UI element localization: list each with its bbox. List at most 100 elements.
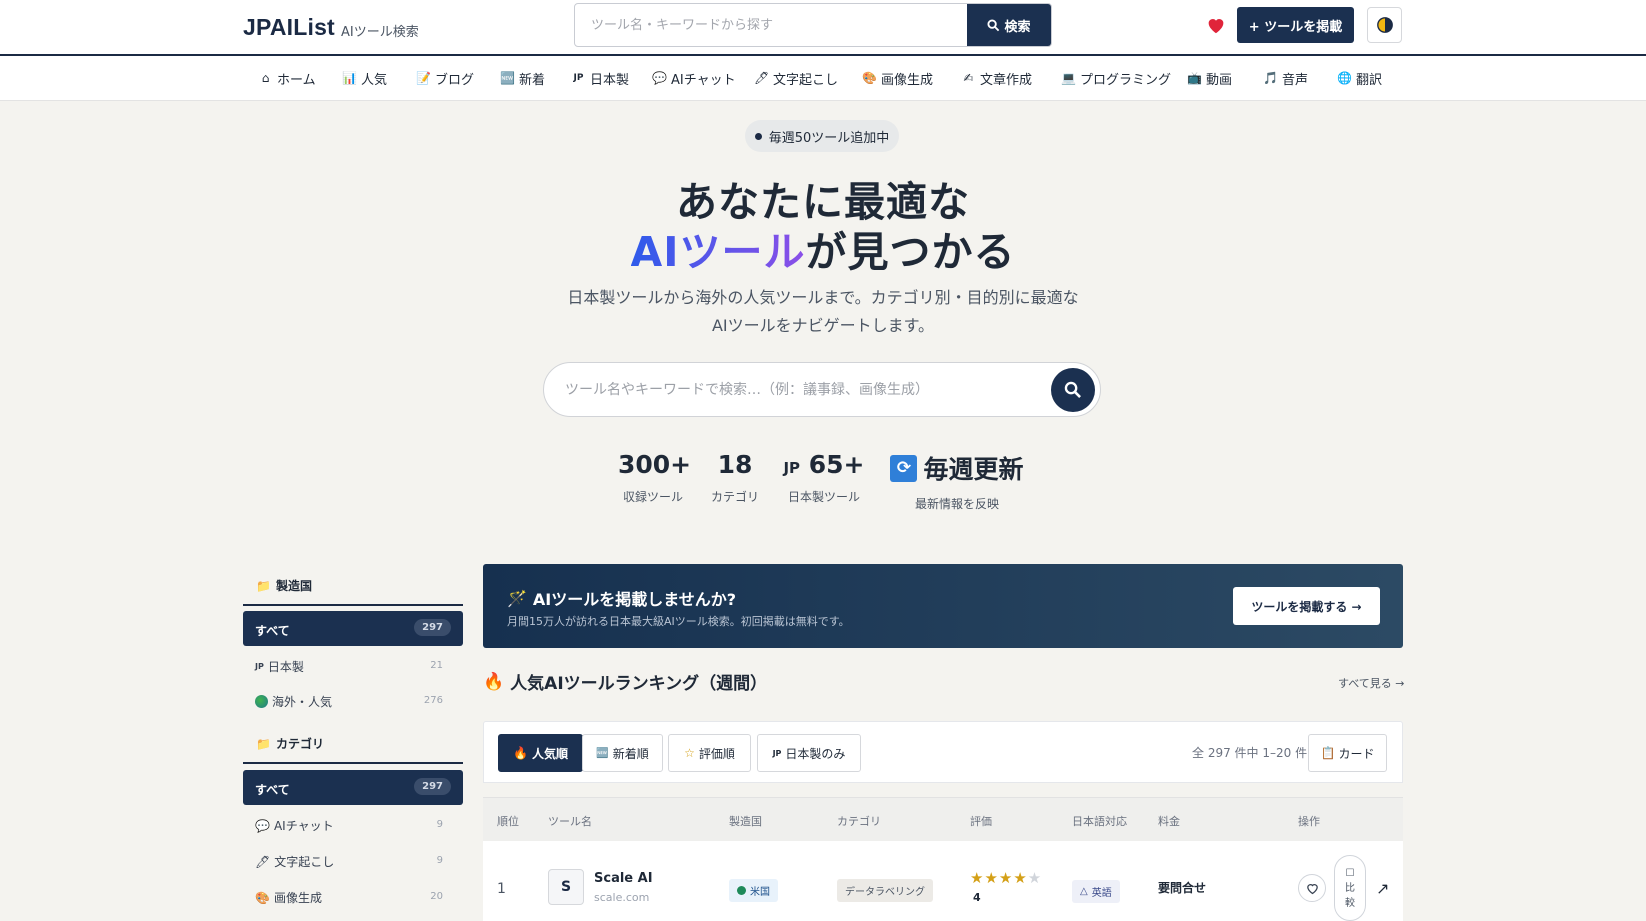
column-header: 評価 bbox=[970, 815, 992, 828]
tool-name[interactable]: Scale AI bbox=[594, 871, 653, 886]
sidebar-divider bbox=[243, 762, 463, 764]
tab-popular[interactable]: 🔥 人気順 bbox=[498, 734, 583, 772]
favorites-heart-icon[interactable] bbox=[1205, 14, 1227, 36]
country-pill: 米国 bbox=[729, 879, 778, 902]
folder-icon: 📁 bbox=[256, 736, 271, 751]
checkbox-icon: ☐ bbox=[1345, 867, 1355, 879]
post-tool-button[interactable]: + ツールを掲載 bbox=[1237, 7, 1354, 43]
sidebar-country-all[interactable]: すべて 297 bbox=[243, 611, 463, 646]
tool-avatar: S bbox=[548, 869, 584, 905]
hero-search-button[interactable] bbox=[1051, 368, 1095, 412]
top-header: JPAIList AIツール検索 検索 + ツールを掲載 bbox=[0, 0, 1646, 56]
sidebar-category-heading: 📁 カテゴリ bbox=[256, 736, 324, 752]
heart-icon bbox=[1306, 883, 1318, 894]
nav-item-audio[interactable]: 🎵 音声 bbox=[1263, 69, 1308, 88]
header-search: 検索 bbox=[574, 3, 1052, 47]
ranking-table-header: 順位 ツール名 製造国 カテゴリ 評価 日本語対応 料金 操作 bbox=[483, 797, 1403, 841]
fire-icon: 🔥 bbox=[513, 746, 528, 760]
memo-icon: 📝 bbox=[416, 71, 431, 85]
nav-item-video[interactable]: 📺 動画 bbox=[1187, 69, 1232, 88]
stat-japan-tools: JP 65+ 日本製ツール bbox=[783, 450, 865, 504]
star-icon: ☆ bbox=[684, 746, 695, 760]
jp-flag-icon: JP bbox=[573, 73, 584, 83]
nav-item-home[interactable]: ⌂ ホーム bbox=[258, 69, 316, 88]
theme-icon bbox=[1376, 17, 1393, 33]
rating-stars: ★★★★★ bbox=[970, 868, 1042, 887]
jp-flag-icon: JP bbox=[772, 748, 782, 758]
price: 要問合せ bbox=[1158, 881, 1207, 895]
pen-icon: 🖊 bbox=[255, 854, 271, 869]
tab-rating[interactable]: ☆ 評価順 bbox=[668, 734, 751, 772]
ranking-title: 🔥 人気AIツールランキング（週間） bbox=[483, 671, 768, 695]
sidebar-category-all[interactable]: すべて 297 bbox=[243, 770, 463, 805]
refresh-icon: ⟳ bbox=[890, 454, 918, 482]
video-icon: 📺 bbox=[1187, 71, 1202, 85]
badge-dot-icon bbox=[754, 132, 762, 140]
column-header: ツール名 bbox=[548, 815, 592, 828]
home-icon: ⌂ bbox=[261, 71, 270, 85]
see-all-link[interactable]: すべて見る → bbox=[1338, 675, 1405, 691]
hero-title-line2: AIツールが見つかる bbox=[0, 218, 1646, 278]
palette-icon: 🎨 bbox=[255, 890, 270, 905]
column-header: 製造国 bbox=[729, 815, 762, 828]
header-search-button[interactable]: 検索 bbox=[967, 4, 1051, 46]
tool-domain: scale.com bbox=[594, 891, 650, 904]
sidebar-divider bbox=[243, 604, 463, 606]
sidebar-item-image-gen[interactable]: 🎨 画像生成 20 bbox=[243, 882, 463, 912]
theme-toggle-button[interactable] bbox=[1367, 7, 1402, 43]
stat-categories: 18 カテゴリ bbox=[710, 450, 759, 504]
nav-item-writing[interactable]: ✍ 文章作成 bbox=[961, 69, 1032, 88]
sidebar-item-japan[interactable]: JP 日本製 21 bbox=[243, 651, 463, 681]
site-logo-subtitle: AIツール検索 bbox=[341, 25, 419, 40]
chart-icon: 📊 bbox=[342, 71, 357, 85]
favorite-button[interactable] bbox=[1298, 874, 1326, 902]
nav-item-new[interactable]: 🆕 新着 bbox=[500, 69, 545, 88]
nav-item-image-gen[interactable]: 🎨 画像生成 bbox=[862, 69, 933, 88]
stat-weekly-update: ⟳ 毎週更新 最新情報を反映 bbox=[888, 450, 1026, 512]
new-icon: 🆕 bbox=[500, 71, 515, 85]
globe-icon bbox=[255, 695, 268, 708]
ranking-toolbar: 🔥 人気順 🆕 新着順 ☆ 評価順 JP 日本製のみ 全 297 件中 1–20 件 📋… bbox=[483, 721, 1403, 783]
column-header: 順位 bbox=[497, 815, 519, 828]
sidebar-item-transcription[interactable]: 🖊 文字起こし 9 bbox=[243, 846, 463, 876]
weekly-badge: 毎週50ツール追加中 bbox=[745, 120, 899, 152]
star-icon: ★ bbox=[1027, 869, 1043, 887]
nav-item-japan[interactable]: JP 日本製 bbox=[571, 69, 630, 88]
compare-toggle[interactable]: ☐ 比 較 bbox=[1334, 855, 1366, 921]
chat-icon: 💬 bbox=[652, 71, 667, 85]
nav-item-transcription[interactable]: 🖊 文字起こし bbox=[754, 69, 838, 88]
tab-japan-only[interactable]: JP 日本製のみ bbox=[757, 734, 861, 772]
sidebar-item-overseas[interactable]: 海外・人気 276 bbox=[243, 686, 463, 716]
sidebar-country-heading: 📁 製造国 bbox=[256, 578, 312, 594]
nav-item-ai-chat[interactable]: 💬 AIチャット bbox=[652, 69, 736, 88]
tab-newest[interactable]: 🆕 新着順 bbox=[582, 734, 663, 772]
hero-search-input[interactable] bbox=[544, 363, 1024, 416]
clipboard-icon: 📋 bbox=[1320, 746, 1336, 760]
nav-item-blog[interactable]: 📝 ブログ bbox=[416, 69, 474, 88]
category-pill: データラベリング bbox=[837, 879, 933, 902]
column-header: カテゴリ bbox=[837, 815, 881, 828]
column-header: 操作 bbox=[1298, 815, 1320, 828]
star-icon: ★★★★ bbox=[970, 869, 1028, 887]
header-search-input[interactable] bbox=[575, 4, 969, 46]
jp-flag-icon: JP bbox=[255, 662, 264, 671]
music-icon: 🎵 bbox=[1263, 71, 1278, 85]
site-logo[interactable]: JPAIList bbox=[243, 14, 335, 41]
banner-post-button[interactable]: ツールを掲載する → bbox=[1233, 587, 1380, 625]
category-nav: ⌂ ホーム 📊 人気 📝 ブログ 🆕 新着 JP 日本製 💬 AIチャット 🖊 文字起こし 🎨… bbox=[0, 56, 1646, 101]
nav-item-popular[interactable]: 📊 人気 bbox=[342, 69, 387, 88]
hero-title-highlight: AIツール bbox=[630, 228, 806, 276]
header-search-label: 検索 bbox=[1004, 19, 1031, 35]
post-tool-banner: 🪄 AIツールを掲載しませんか? 月間15万人が訪れる日本最大級AIツール検索。初… bbox=[483, 564, 1403, 648]
laptop-icon: 💻 bbox=[1061, 71, 1076, 85]
view-card-button[interactable]: 📋 カード bbox=[1308, 734, 1387, 772]
nav-item-programming[interactable]: 💻 プログラミング bbox=[1061, 69, 1171, 88]
nav-item-translate[interactable]: 🌐 翻訳 bbox=[1337, 69, 1382, 88]
pen-icon: 🖊 bbox=[754, 71, 770, 85]
sidebar-item-ai-chat[interactable]: 💬 AIチャット 9 bbox=[243, 810, 463, 840]
table-row[interactable]: 1 S Scale AI scale.com 米国 データラベリング ★★★★★… bbox=[483, 841, 1403, 921]
external-link-icon[interactable]: ↗ bbox=[1376, 879, 1389, 898]
result-count: 全 297 件中 1–20 件 bbox=[1192, 746, 1308, 760]
magic-wand-icon: 🪄 bbox=[507, 588, 527, 608]
fire-icon: 🔥 bbox=[483, 671, 505, 692]
